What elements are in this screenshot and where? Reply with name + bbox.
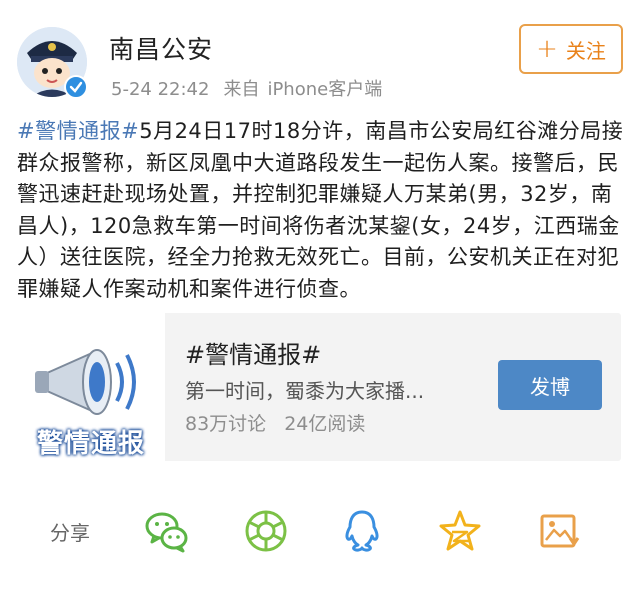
- card-image-caption: 警情通报: [36, 429, 145, 459]
- post-body: 5月24日17时18分许，南昌市公安局红谷滩分局接群众报警称，新区凤凰中大道路段…: [17, 119, 624, 301]
- read-count: 24亿阅读: [284, 413, 366, 435]
- follow-label: 关注: [565, 38, 606, 63]
- share-label: 分享: [50, 521, 90, 545]
- username[interactable]: 南昌公安: [109, 30, 213, 66]
- post-time: 5-24 22:42: [111, 79, 210, 100]
- discussion-count: 83万讨论: [185, 413, 267, 435]
- moments-icon[interactable]: [243, 508, 289, 554]
- plus-icon: +: [536, 34, 558, 64]
- post-to-topic-button[interactable]: 发博: [498, 360, 602, 410]
- topic-stats: 83万讨论 24亿阅读: [185, 409, 365, 436]
- qq-icon[interactable]: [339, 508, 385, 554]
- client-name: iPhone客户端: [267, 79, 383, 100]
- post-text: #警情通报#5月24日17时18分许，南昌市公安局红谷滩分局接群众报警称，新区凤…: [17, 116, 627, 305]
- hashtag-link[interactable]: #警情通报#: [17, 119, 139, 143]
- follow-button[interactable]: + 关注: [519, 24, 623, 74]
- topic-card[interactable]: 警情通报 #警情通报# 第一时间，蜀黍为大家播... 83万讨论 24亿阅读 发博: [17, 313, 621, 461]
- post-meta: 5-24 22:42 来自 iPhone客户端: [111, 75, 382, 101]
- wechat-icon[interactable]: [144, 508, 190, 554]
- topic-title: #警情通报#: [185, 341, 322, 369]
- verified-badge-icon: [64, 75, 88, 99]
- via-label: 来自: [223, 79, 260, 100]
- topic-description: 第一时间，蜀黍为大家播...: [185, 379, 425, 403]
- save-image-icon[interactable]: [536, 508, 582, 554]
- qzone-icon[interactable]: [437, 508, 483, 554]
- megaphone-image: 警情通报: [17, 313, 165, 461]
